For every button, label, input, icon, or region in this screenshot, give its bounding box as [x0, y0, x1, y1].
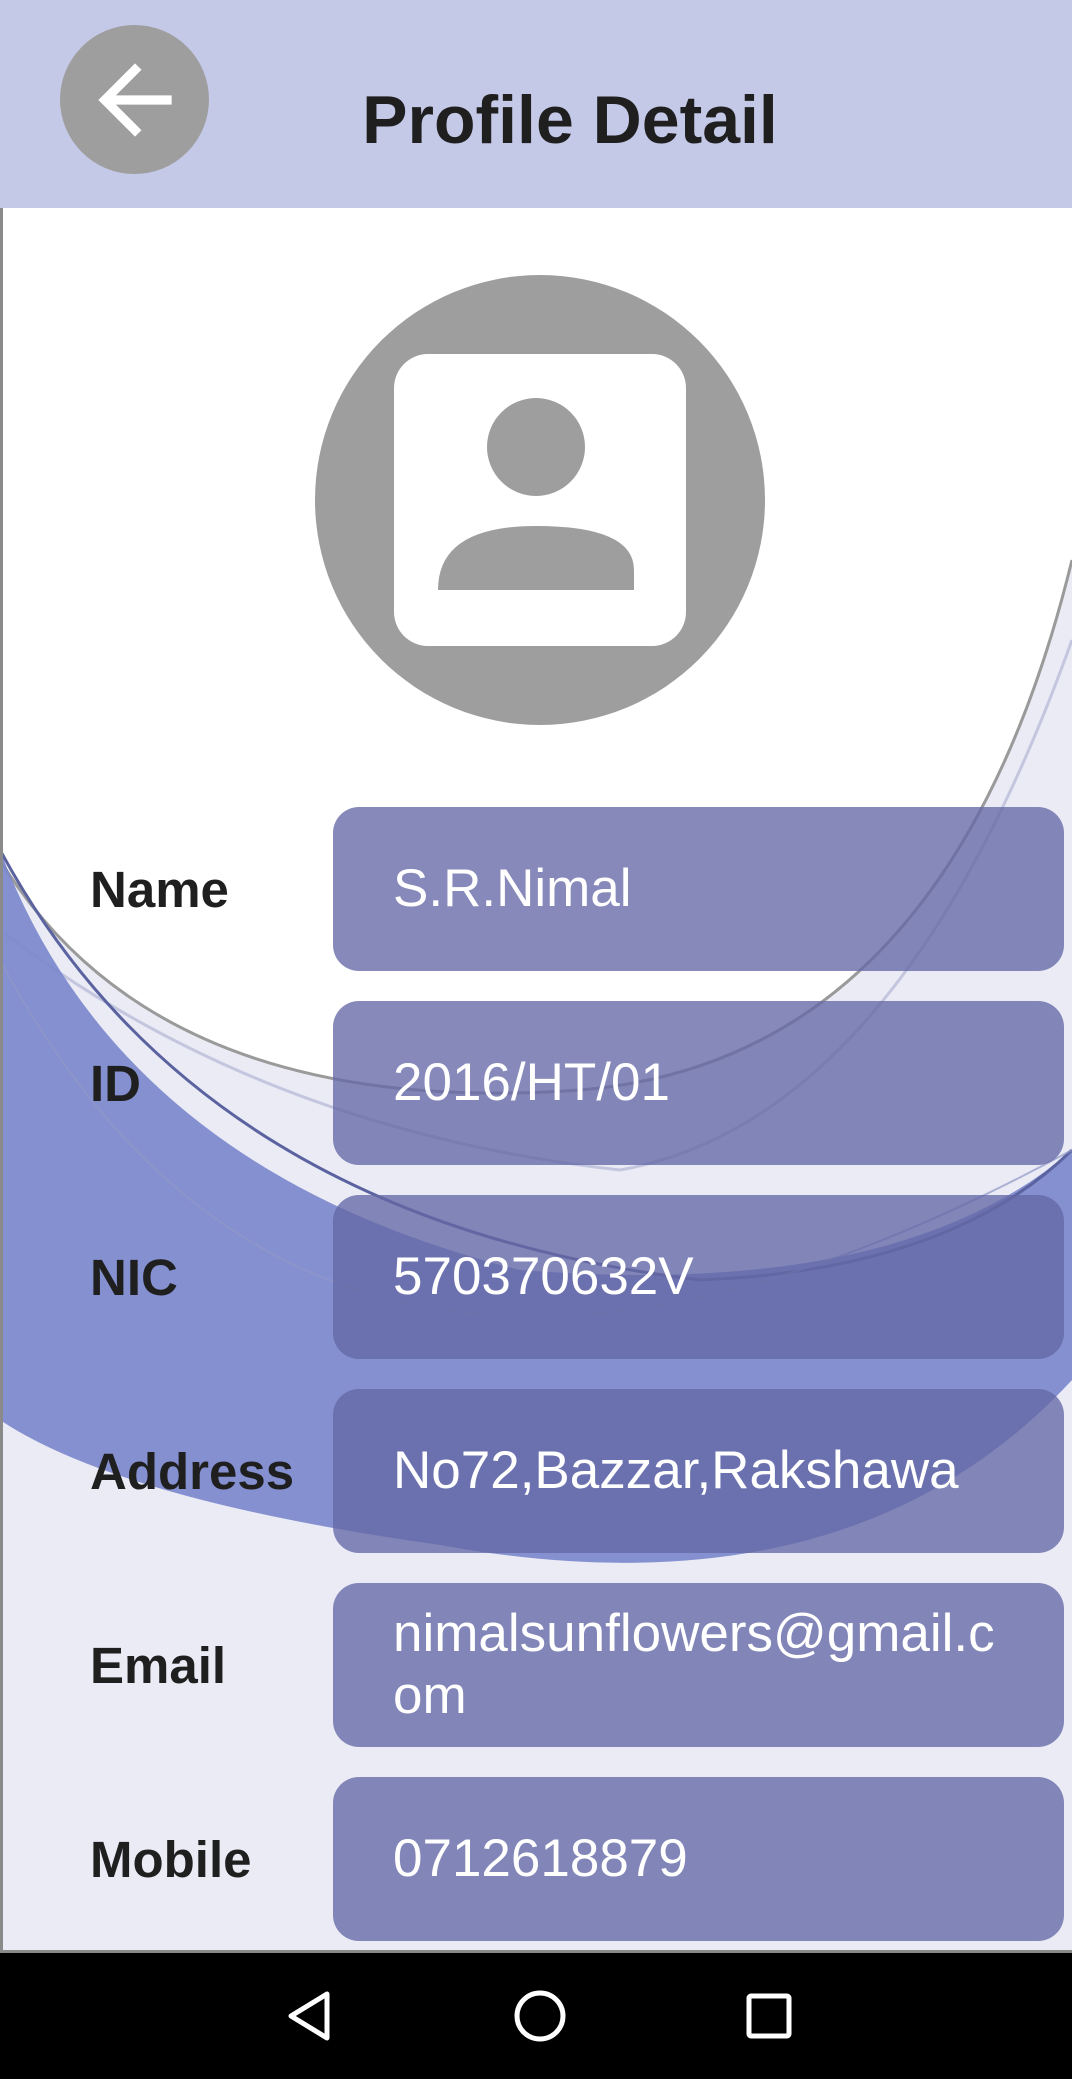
email-field[interactable]: nimalsunflowers@gmail.com: [333, 1583, 1064, 1747]
name-field[interactable]: S.R.Nimal: [333, 807, 1064, 971]
profile-row-email: Email nimalsunflowers@gmail.com: [0, 1583, 1072, 1747]
email-label: Email: [90, 1636, 227, 1694]
account-box-icon: [394, 354, 686, 646]
address-label: Address: [90, 1442, 295, 1500]
address-field[interactable]: No72,Bazzar,Rakshawa: [333, 1389, 1064, 1553]
profile-screen: Profile Detail Name S.R.Nimal ID 2016/HT…: [0, 0, 1072, 1953]
nav-recents-button[interactable]: [709, 1953, 829, 2079]
profile-row-name: Name S.R.Nimal: [0, 807, 1072, 971]
frame-bottom-border: [0, 1950, 1072, 1953]
mobile-label: Mobile: [90, 1830, 252, 1888]
header-bar: Profile Detail: [0, 0, 1072, 208]
profile-avatar[interactable]: [315, 275, 765, 725]
id-label: ID: [90, 1054, 141, 1112]
nic-field[interactable]: 570370632V: [333, 1195, 1064, 1359]
system-nav-bar: [0, 1953, 1072, 2079]
profile-row-nic: NIC 570370632V: [0, 1195, 1072, 1359]
triangle-back-icon: [288, 1991, 330, 2041]
nav-back-button[interactable]: [249, 1953, 369, 2079]
nic-label: NIC: [90, 1248, 178, 1306]
profile-row-mobile: Mobile 0712618879: [0, 1777, 1072, 1941]
square-recents-icon: [746, 1993, 792, 2039]
circle-home-icon: [514, 1990, 566, 2042]
back-button[interactable]: [60, 25, 209, 174]
name-label: Name: [90, 860, 229, 918]
nav-home-button[interactable]: [480, 1953, 600, 2079]
frame-left-border: [0, 208, 3, 1953]
profile-row-address: Address No72,Bazzar,Rakshawa: [0, 1389, 1072, 1553]
profile-row-id: ID 2016/HT/01: [0, 1001, 1072, 1165]
arrow-left-icon: [97, 62, 172, 137]
mobile-field[interactable]: 0712618879: [333, 1777, 1064, 1941]
id-field[interactable]: 2016/HT/01: [333, 1001, 1064, 1165]
page-title: Profile Detail: [362, 82, 778, 158]
